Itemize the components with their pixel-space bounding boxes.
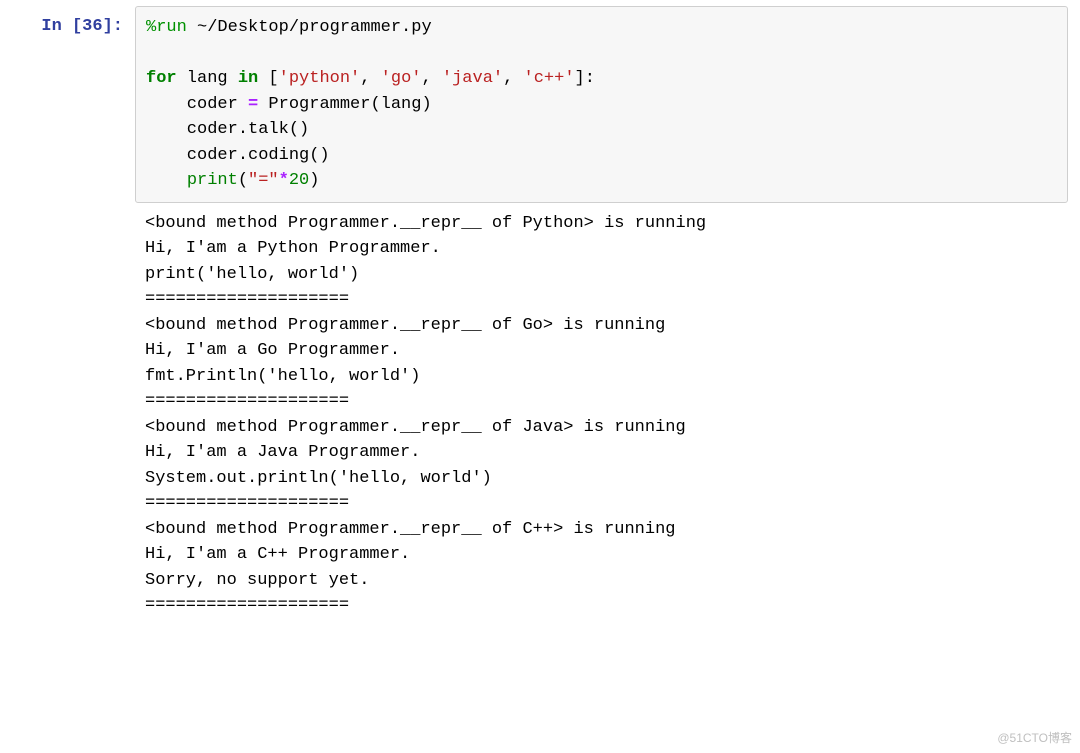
code-token: %run <box>146 18 187 37</box>
code-token: lang <box>177 69 238 88</box>
code-token: 'java' <box>442 69 503 88</box>
watermark-text: @51CTO博客 <box>997 729 1072 747</box>
code-token: 20 <box>289 171 309 190</box>
code-token: * <box>279 171 289 190</box>
code-token: in <box>238 69 258 88</box>
code-token: "=" <box>248 171 279 190</box>
code-input-area[interactable]: %run ~/Desktop/programmer.py for lang in… <box>135 6 1068 203</box>
cell-content: %run ~/Desktop/programmer.py for lang in… <box>135 6 1080 619</box>
code-token: ) <box>309 171 319 190</box>
code-token: 'go' <box>381 69 422 88</box>
input-prompt: In [36]: <box>0 6 135 619</box>
code-output-area: <bound method Programmer.__repr__ of Pyt… <box>135 203 1068 619</box>
code-token: 'python' <box>279 69 361 88</box>
code-token: ( <box>238 171 248 190</box>
code-token: ~/Desktop/programmer.py <box>187 18 432 37</box>
code-token: = <box>248 95 258 114</box>
notebook-cell: In [36]: %run ~/Desktop/programmer.py fo… <box>0 0 1080 625</box>
code-token: , <box>360 69 380 88</box>
code-token: [ <box>258 69 278 88</box>
code-token: for <box>146 69 177 88</box>
code-token: 'c++' <box>524 69 575 88</box>
code-token: , <box>503 69 523 88</box>
code-token: print <box>187 171 238 190</box>
code-token: , <box>421 69 441 88</box>
